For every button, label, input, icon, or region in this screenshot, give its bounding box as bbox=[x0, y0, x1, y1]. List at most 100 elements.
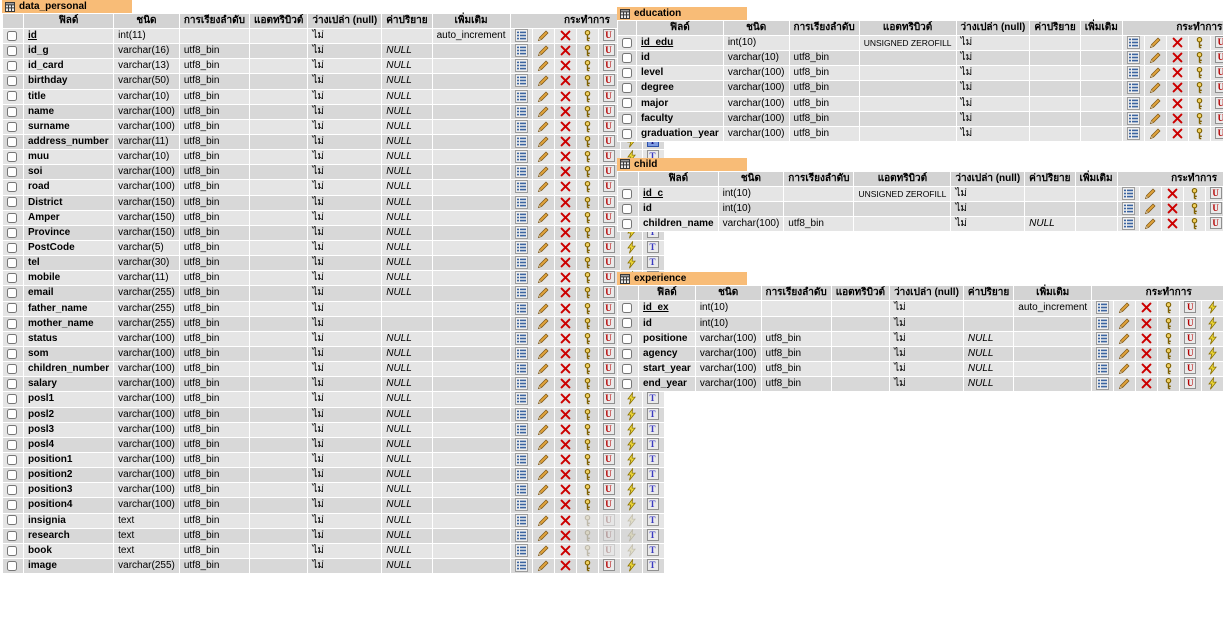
edit-pencil-icon[interactable] bbox=[537, 347, 550, 360]
browse-icon[interactable] bbox=[1126, 66, 1140, 80]
drop-x-icon[interactable] bbox=[559, 453, 572, 466]
browse-icon[interactable] bbox=[514, 29, 528, 42]
row-checkbox[interactable] bbox=[7, 46, 17, 57]
edit-pencil-icon[interactable] bbox=[537, 120, 550, 133]
browse-icon[interactable] bbox=[514, 331, 528, 345]
drop-x-icon[interactable] bbox=[1171, 36, 1184, 49]
edit-pencil-icon[interactable] bbox=[537, 196, 550, 209]
unique-index-icon[interactable]: U bbox=[602, 422, 616, 436]
drop-x-icon[interactable] bbox=[559, 408, 572, 421]
unique-index-icon[interactable]: U bbox=[602, 392, 616, 405]
fulltext-icon[interactable]: T bbox=[646, 392, 660, 405]
edit-pencil-icon[interactable] bbox=[1149, 51, 1162, 64]
edit-pencil-icon[interactable] bbox=[1118, 317, 1131, 330]
primary-key-icon[interactable] bbox=[1188, 202, 1201, 215]
row-checkbox[interactable] bbox=[7, 454, 17, 465]
row-checkbox[interactable] bbox=[622, 348, 632, 359]
browse-icon[interactable] bbox=[1096, 316, 1110, 330]
drop-x-icon[interactable] bbox=[1166, 187, 1179, 200]
drop-x-icon[interactable] bbox=[1171, 51, 1184, 64]
edit-pencil-icon[interactable] bbox=[537, 559, 550, 572]
row-checkbox[interactable] bbox=[7, 545, 17, 556]
drop-x-icon[interactable] bbox=[559, 332, 572, 345]
primary-key-icon[interactable] bbox=[581, 468, 594, 481]
edit-pencil-icon[interactable] bbox=[537, 544, 550, 557]
fulltext-icon[interactable]: T bbox=[646, 483, 660, 496]
fulltext-icon[interactable]: T bbox=[646, 407, 660, 421]
unique-index-icon[interactable]: U bbox=[602, 468, 616, 481]
unique-index-icon[interactable]: U bbox=[602, 452, 616, 466]
browse-icon[interactable] bbox=[514, 422, 528, 436]
unique-index-icon[interactable]: U bbox=[1184, 361, 1197, 375]
primary-key-icon[interactable] bbox=[1162, 332, 1175, 345]
edit-pencil-icon[interactable] bbox=[537, 241, 550, 254]
drop-x-icon[interactable] bbox=[559, 74, 572, 87]
unique-index-icon[interactable]: U bbox=[602, 29, 616, 42]
edit-pencil-icon[interactable] bbox=[537, 59, 550, 72]
drop-x-icon[interactable] bbox=[1171, 66, 1184, 79]
drop-x-icon[interactable] bbox=[1140, 377, 1153, 390]
row-checkbox[interactable] bbox=[7, 167, 17, 178]
primary-key-icon[interactable] bbox=[581, 377, 594, 390]
edit-pencil-icon[interactable] bbox=[537, 362, 550, 375]
browse-icon[interactable] bbox=[1096, 331, 1110, 345]
primary-key-icon[interactable] bbox=[581, 135, 594, 148]
primary-key-icon[interactable] bbox=[1193, 127, 1206, 140]
index-lightning-icon[interactable] bbox=[1206, 331, 1219, 345]
row-checkbox[interactable] bbox=[622, 363, 632, 374]
fulltext-icon[interactable]: T bbox=[646, 528, 660, 542]
row-checkbox[interactable] bbox=[622, 219, 632, 230]
edit-pencil-icon[interactable] bbox=[537, 211, 550, 224]
unique-index-icon[interactable]: U bbox=[602, 346, 616, 360]
browse-icon[interactable] bbox=[1096, 361, 1110, 375]
fulltext-icon[interactable]: T bbox=[646, 452, 660, 466]
primary-key-icon[interactable] bbox=[1193, 51, 1206, 64]
unique-index-icon[interactable]: U bbox=[602, 437, 616, 451]
unique-index-icon[interactable]: U bbox=[602, 407, 616, 421]
primary-key-icon[interactable] bbox=[581, 165, 594, 178]
edit-pencil-icon[interactable] bbox=[537, 498, 550, 511]
edit-pencil-icon[interactable] bbox=[537, 302, 550, 315]
browse-icon[interactable] bbox=[514, 134, 528, 148]
unique-index-icon[interactable]: U bbox=[602, 59, 616, 72]
primary-key-icon[interactable] bbox=[1193, 81, 1206, 94]
index-lightning-icon[interactable] bbox=[625, 437, 638, 451]
primary-key-icon[interactable] bbox=[581, 256, 594, 269]
drop-x-icon[interactable] bbox=[559, 423, 572, 436]
unique-index-icon[interactable]: U bbox=[1214, 66, 1223, 79]
unique-index-icon[interactable]: U bbox=[1214, 126, 1223, 140]
edit-pencil-icon[interactable] bbox=[1118, 347, 1131, 360]
unique-index-icon[interactable]: U bbox=[602, 240, 616, 254]
browse-icon[interactable] bbox=[514, 256, 528, 270]
primary-key-icon[interactable] bbox=[1193, 112, 1206, 125]
browse-icon[interactable] bbox=[514, 271, 528, 285]
primary-key-icon[interactable] bbox=[581, 317, 594, 330]
primary-key-icon[interactable] bbox=[581, 302, 594, 315]
browse-icon[interactable] bbox=[514, 407, 528, 421]
primary-key-icon[interactable] bbox=[581, 90, 594, 103]
browse-icon[interactable] bbox=[514, 513, 528, 527]
drop-x-icon[interactable] bbox=[1171, 81, 1184, 94]
unique-index-icon[interactable]: U bbox=[602, 483, 616, 496]
unique-index-icon[interactable]: U bbox=[1209, 202, 1223, 215]
unique-index-icon[interactable]: U bbox=[602, 225, 616, 239]
row-checkbox[interactable] bbox=[7, 76, 17, 87]
primary-key-icon[interactable] bbox=[581, 74, 594, 87]
edit-pencil-icon[interactable] bbox=[1144, 202, 1157, 215]
browse-icon[interactable] bbox=[514, 437, 528, 451]
edit-pencil-icon[interactable] bbox=[1118, 377, 1131, 390]
primary-key-icon[interactable] bbox=[581, 483, 594, 496]
unique-index-icon[interactable]: U bbox=[602, 44, 616, 57]
browse-icon[interactable] bbox=[1126, 126, 1140, 140]
unique-index-icon[interactable]: U bbox=[602, 301, 616, 315]
edit-pencil-icon[interactable] bbox=[537, 408, 550, 421]
index-lightning-icon[interactable] bbox=[625, 468, 638, 481]
drop-x-icon[interactable] bbox=[559, 120, 572, 133]
drop-x-icon[interactable] bbox=[559, 286, 572, 299]
unique-index-icon[interactable]: U bbox=[602, 74, 616, 87]
row-checkbox[interactable] bbox=[7, 439, 17, 450]
unique-index-icon[interactable]: U bbox=[602, 104, 616, 118]
drop-x-icon[interactable] bbox=[559, 44, 572, 57]
drop-x-icon[interactable] bbox=[559, 180, 572, 193]
row-checkbox[interactable] bbox=[7, 485, 17, 496]
